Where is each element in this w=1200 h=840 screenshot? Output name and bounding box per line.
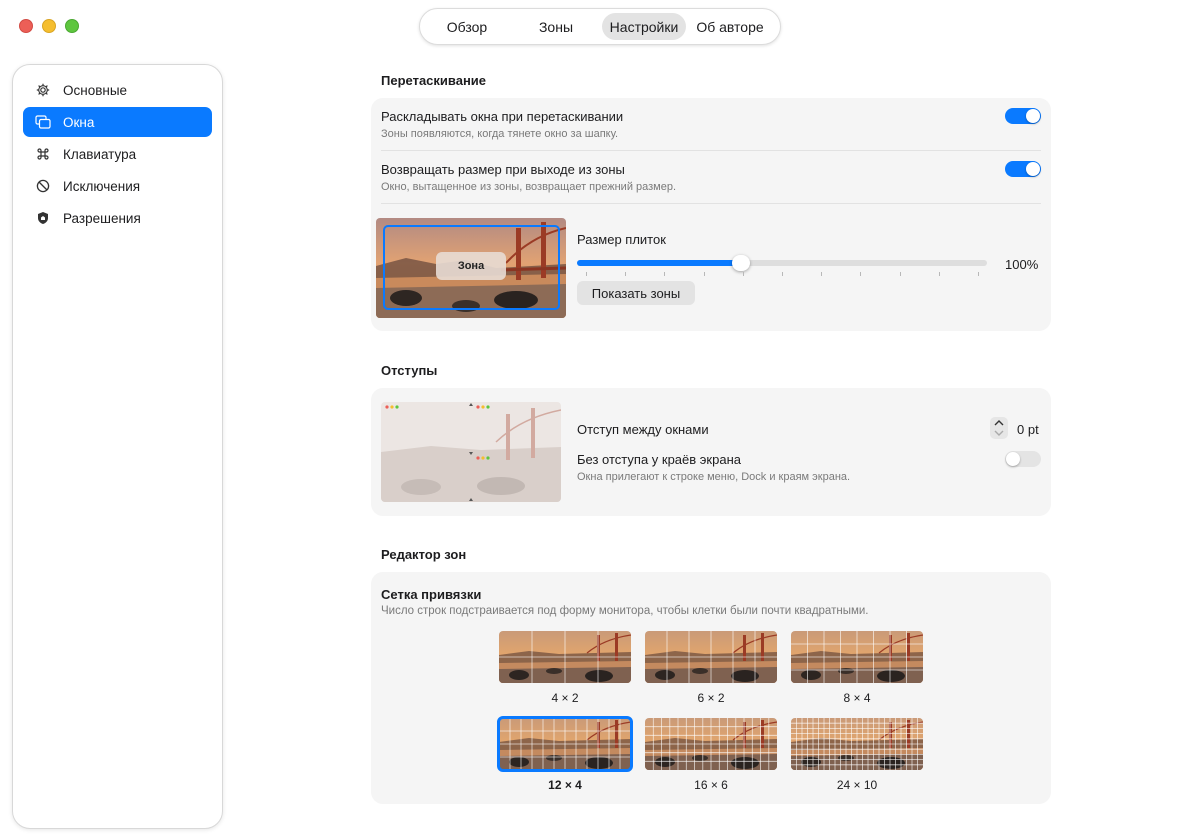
edge-description: Окна прилегают к строке меню, Dock и кра… <box>577 471 851 483</box>
grid-option-label: 16 × 6 <box>694 778 728 792</box>
tab-settings[interactable]: Настройки <box>602 13 686 40</box>
slider-tick <box>742 272 744 276</box>
minimize-window-button[interactable] <box>42 19 56 33</box>
sidebar-item-label: Исключения <box>63 178 141 194</box>
zone-label: Зона <box>436 252 506 280</box>
restore-setting: Возвращать размер при выходе из зоны Окн… <box>381 162 676 193</box>
grid-option[interactable]: 16 × 6 <box>645 718 777 792</box>
sidebar: Основные Окна Клавиатура Исключения Разр… <box>12 64 223 829</box>
sidebar-item-permissions[interactable]: Разрешения <box>23 203 212 233</box>
snap-title: Раскладывать окна при перетаскивании <box>381 109 624 124</box>
tile-size-slider-fill <box>577 260 741 266</box>
zone-preview-image: Зона <box>376 218 566 318</box>
grid-option-thumbnail <box>499 631 631 683</box>
grid-option-thumbnail <box>645 718 777 770</box>
tile-size-label: Размер плиток <box>577 232 666 247</box>
divider <box>381 150 1041 151</box>
sidebar-item-exclusions[interactable]: Исключения <box>23 171 212 201</box>
sidebar-item-label: Разрешения <box>63 210 141 226</box>
grid-title: Сетка привязки <box>381 587 482 602</box>
sidebar-item-label: Клавиатура <box>63 146 137 162</box>
tab-overview[interactable]: Обзор <box>424 13 510 40</box>
grid-option-thumbnail <box>791 718 923 770</box>
slider-tick <box>586 272 587 276</box>
snap-description: Зоны появляются, когда тянете окно за ша… <box>381 128 619 140</box>
slider-tick <box>664 272 666 276</box>
sidebar-item-general[interactable]: Основные <box>23 75 212 105</box>
slider-tick <box>821 272 823 276</box>
top-tab-bar: Обзор Зоны Настройки Об авторе <box>419 8 781 45</box>
windows-icon <box>35 114 51 130</box>
grid-option-thumbnail <box>791 631 923 683</box>
grid-option-label: 12 × 4 <box>548 778 582 792</box>
edge-title: Без отступа у краёв экрана <box>577 452 741 467</box>
command-icon <box>35 146 51 162</box>
section-title-gaps: Отступы <box>381 363 438 378</box>
edge-toggle[interactable] <box>1005 451 1041 467</box>
zoom-window-button[interactable] <box>65 19 79 33</box>
show-zones-button[interactable]: Показать зоны <box>577 281 695 305</box>
grid-option-label: 24 × 10 <box>836 778 878 792</box>
grid-option[interactable]: 24 × 10 <box>791 718 923 792</box>
grid-option[interactable]: 8 × 4 <box>791 631 923 705</box>
tile-size-value: 100% <box>1005 257 1039 272</box>
slider-tick <box>625 272 627 276</box>
gaps-card: Отступ между окнами 0 pt Без отступа у к… <box>371 388 1051 516</box>
sidebar-item-label: Окна <box>63 114 95 130</box>
grid-description: Число строк подстраивается под форму мон… <box>381 605 869 617</box>
slider-tick <box>860 272 862 276</box>
window-controls <box>19 19 79 33</box>
divider <box>381 203 1041 204</box>
slider-tick <box>703 272 705 276</box>
snap-setting: Раскладывать окна при перетаскивании Зон… <box>381 109 623 140</box>
grid-option-thumbnail <box>645 631 777 683</box>
slider-tick <box>899 272 901 276</box>
close-window-button[interactable] <box>19 19 33 33</box>
restore-title: Возвращать размер при выходе из зоны <box>381 162 625 177</box>
grid-option-label: 6 × 2 <box>697 691 725 705</box>
grid-option[interactable]: 6 × 2 <box>645 631 777 705</box>
tile-size-slider[interactable] <box>577 255 987 276</box>
tile-size-slider-handle[interactable] <box>732 255 750 271</box>
grid-option-label: 4 × 2 <box>551 691 579 705</box>
editor-card: Сетка привязки Число строк подстраиваетс… <box>371 572 1051 804</box>
sidebar-item-label: Основные <box>63 82 128 98</box>
gaps-preview-image <box>381 402 561 502</box>
restore-description: Окно, вытащенное из зоны, возвращает пре… <box>381 181 677 193</box>
prohibited-icon <box>35 178 51 194</box>
shield-icon <box>35 210 51 226</box>
snap-toggle[interactable] <box>1005 108 1041 124</box>
section-title-drag: Перетаскивание <box>381 73 487 88</box>
slider-tick <box>782 272 783 276</box>
restore-toggle[interactable] <box>1005 161 1041 177</box>
grid-option[interactable]: 4 × 2 <box>499 631 631 705</box>
gap-label: Отступ между окнами <box>577 422 709 437</box>
tab-about[interactable]: Об авторе <box>686 13 774 40</box>
gap-stepper[interactable] <box>989 416 1009 440</box>
sidebar-item-keyboard[interactable]: Клавиатура <box>23 139 212 169</box>
tab-zones[interactable]: Зоны <box>510 13 602 40</box>
grid-option-label: 8 × 4 <box>843 691 871 705</box>
grid-option[interactable]: 12 × 4 <box>497 716 633 792</box>
slider-tick <box>978 272 979 276</box>
sidebar-item-windows[interactable]: Окна <box>23 107 212 137</box>
grid-option-thumbnail <box>497 716 633 772</box>
edge-setting: Без отступа у краёв экрана Окна прилегаю… <box>577 452 850 483</box>
slider-tick <box>938 272 940 276</box>
section-title-editor: Редактор зон <box>381 547 467 562</box>
gear-icon <box>35 82 51 98</box>
gap-value: 0 pt <box>1017 422 1039 437</box>
drag-card: Раскладывать окна при перетаскивании Зон… <box>371 98 1051 331</box>
